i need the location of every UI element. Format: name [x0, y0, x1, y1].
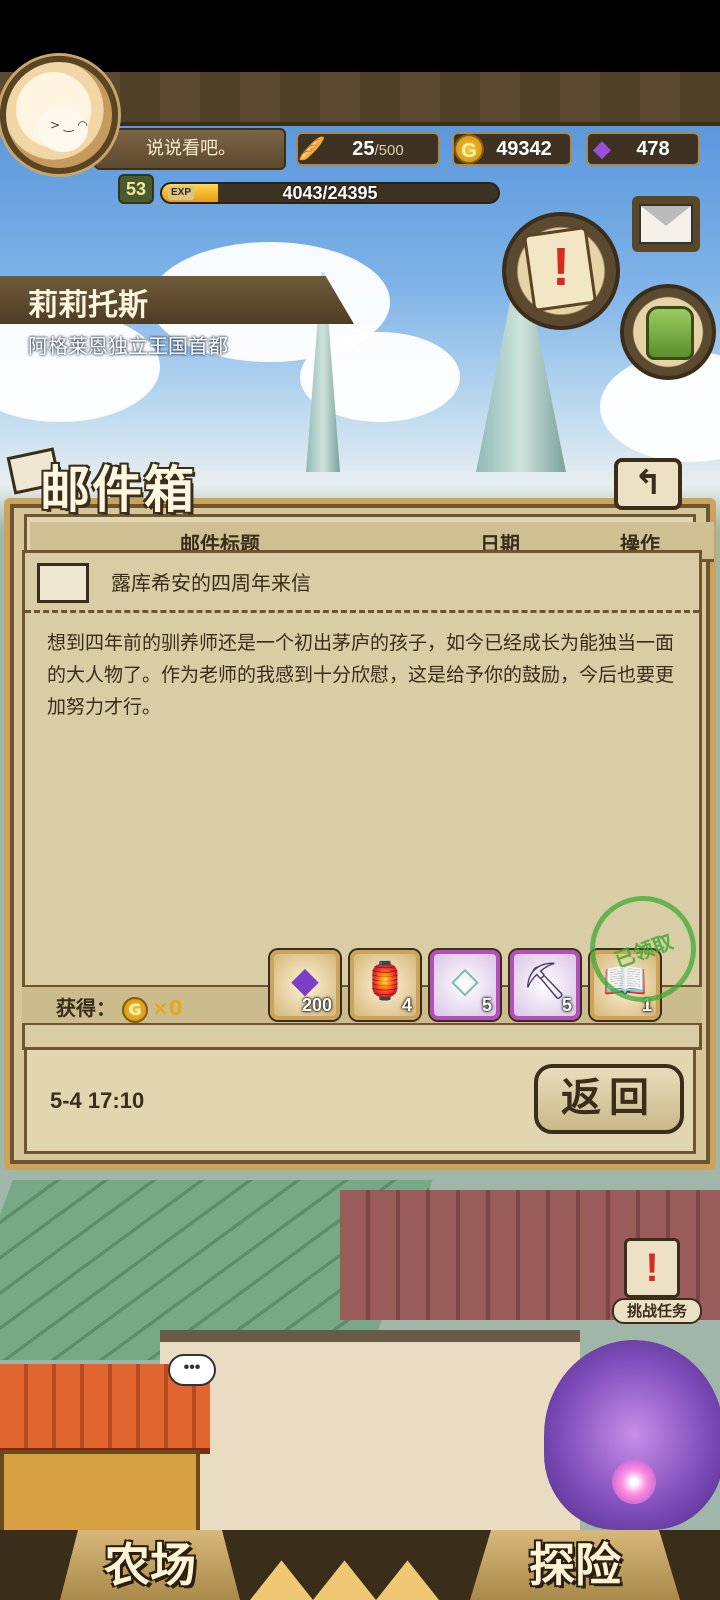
gem-value: 478 [636, 138, 670, 160]
gold-coin-icon: G [122, 996, 148, 1023]
quest-scroll-button[interactable]: ! [502, 212, 620, 330]
envelope-icon [639, 204, 693, 244]
return-button[interactable]: 返回 [534, 1064, 684, 1134]
message-body: 想到四年前的驯养师还是一个初出茅庐的孩子，如今已经成长为能独当一面的大人物了。作… [47, 632, 675, 718]
mailbox-title: 邮件箱 [40, 460, 196, 519]
bread-max: /500 [374, 142, 404, 159]
gold-counter[interactable]: G 49342 [452, 132, 572, 166]
challenge-alert-icon: ! [624, 1238, 680, 1298]
player-motto[interactable]: 说说看吧。 [94, 128, 286, 170]
exp-text: 4043/24395 [282, 183, 378, 203]
level-badge: 53 [118, 174, 154, 204]
reward-item[interactable]: ◆ 200 [270, 950, 340, 1020]
mail-button[interactable] [632, 196, 700, 252]
gem-counter[interactable]: ◆ 478 [586, 132, 700, 166]
challenge-label: 挑战任务 [612, 1298, 702, 1324]
backpack-icon [646, 306, 694, 360]
message-subject-row: 露库希安的四周年来信 [25, 553, 699, 613]
player-name: 莉莉托斯 [28, 288, 148, 323]
avatar-eyes: > ‿ ◠ [50, 118, 88, 132]
bread-counter[interactable]: 🥖 25/500 [296, 132, 440, 166]
speech-bubble-icon[interactable]: ••• [168, 1354, 216, 1386]
reward-count: 4 [401, 995, 412, 1015]
player-location: 阿格莱恩独立王国首都 [28, 334, 228, 358]
purple-gem-icon: ◆ [593, 136, 611, 161]
reward-item[interactable]: ⛏ 5 [510, 950, 580, 1020]
exp-bar: EXP 4043/24395 [160, 182, 500, 204]
message-date: 5-4 17:10 [50, 1088, 145, 1113]
portal-icon[interactable] [612, 1460, 656, 1504]
obtain-label: 获得： [56, 996, 116, 1020]
nav-explore[interactable]: 探险 [470, 1530, 680, 1600]
cloud [0, 312, 160, 422]
reward-count: 5 [481, 995, 492, 1015]
building [160, 1330, 580, 1530]
stamp-text: 已领取 [611, 929, 676, 973]
challenge-quest-button[interactable]: ! 挑战任务 [612, 1238, 702, 1330]
reward-count: 200 [301, 995, 332, 1015]
alert-icon: ! [552, 237, 570, 297]
backpack-button[interactable] [620, 284, 716, 380]
status-bar [0, 0, 720, 72]
reward-item[interactable]: ◇ 5 [430, 950, 500, 1020]
reward-item[interactable]: 🏮 4 [350, 950, 420, 1020]
obtain-line: 获得： G ×0 [56, 992, 183, 1023]
player-name-bar: 莉莉托斯 [0, 276, 354, 324]
back-button[interactable]: ↰ [614, 458, 682, 510]
nav-farm[interactable]: 农场 [60, 1530, 240, 1600]
bread-icon: 🥖 [298, 136, 326, 161]
message-subject: 露库希安的四周年来信 [111, 571, 311, 595]
bread-value: 25 [352, 138, 375, 160]
farm-building[interactable] [0, 1450, 200, 1540]
reward-count: 5 [561, 995, 572, 1015]
gold-amount: ×0 [152, 996, 183, 1020]
gold-coin-icon: G [454, 134, 484, 164]
gold-value: 49342 [496, 138, 552, 160]
envelope-icon [37, 563, 89, 603]
player-avatar[interactable]: > ‿ ◠ [0, 56, 118, 174]
